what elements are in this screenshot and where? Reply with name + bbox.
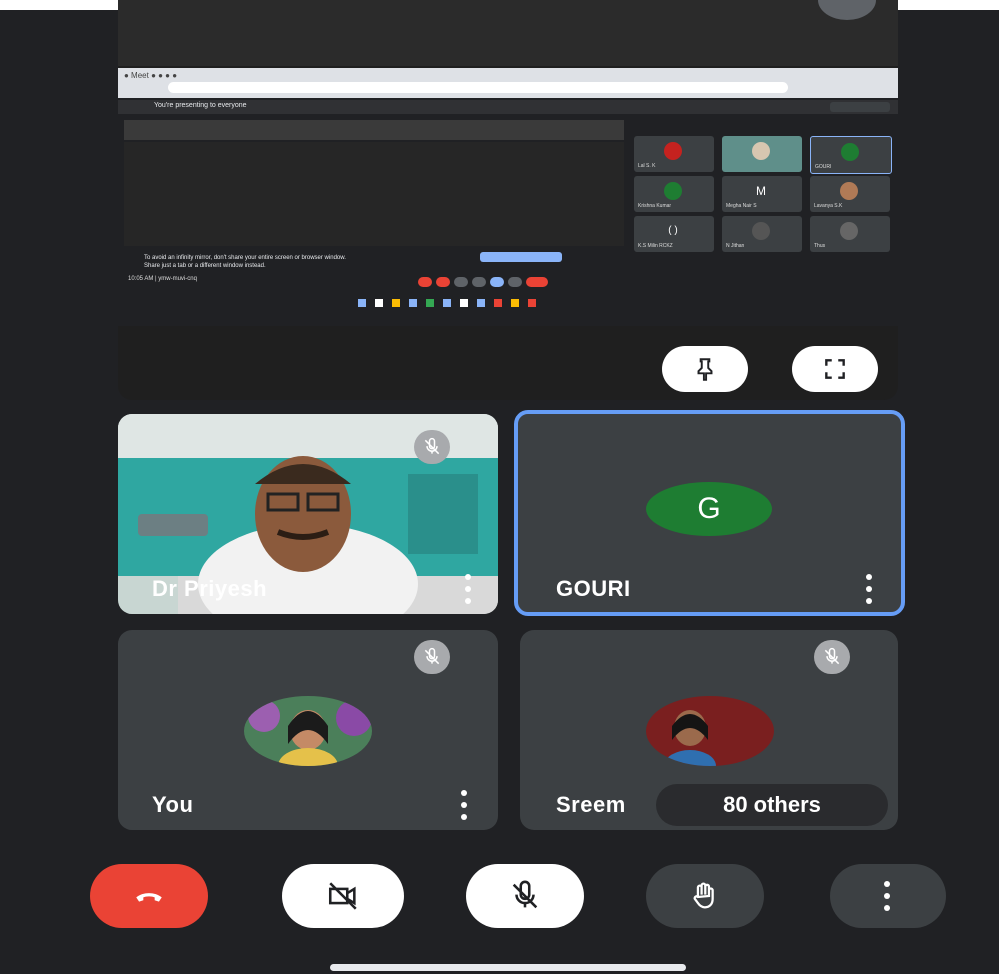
mic-off-badge [414, 640, 450, 674]
participant-tile-gouri[interactable]: G GOURI [514, 410, 905, 616]
mini-tile: GOURI [810, 136, 892, 174]
header-mute-badge [818, 0, 876, 20]
pin-icon [697, 358, 713, 381]
camera-toggle-button[interactable] [282, 864, 404, 928]
stop-presenting-button [830, 102, 890, 112]
hand-icon [693, 882, 714, 909]
mic-off-icon [424, 437, 440, 455]
mini-tile: Krishna Kumar [634, 176, 714, 212]
infinity-mirror-warning: To avoid an infinity mirror, don't share… [144, 255, 346, 269]
pin-button[interactable] [662, 346, 748, 392]
address-bar [168, 82, 788, 93]
shared-slide-bar [124, 120, 624, 140]
others-chip[interactable]: 80 others [656, 784, 888, 826]
participant-tile-you[interactable]: You [118, 630, 498, 830]
home-indicator[interactable] [330, 964, 686, 971]
participant-name: Dr Priyesh [152, 576, 268, 601]
browser-tabs: ● Meet ● ● ● ● [124, 71, 178, 80]
mini-tile: M Megha Nair S [722, 176, 802, 212]
participant-name: Sreem [556, 792, 626, 817]
mini-tile: Thus [810, 216, 890, 252]
participant-tile-priyesh[interactable]: Dr Priyesh [118, 414, 498, 614]
shared-content [124, 142, 624, 246]
end-call-button[interactable] [90, 864, 208, 928]
more-options-button[interactable] [830, 864, 946, 928]
mini-tile [722, 136, 802, 172]
mic-off-icon [824, 647, 840, 665]
more-options-icon[interactable] [866, 574, 874, 604]
fullscreen-icon [825, 359, 845, 379]
raise-hand-button[interactable] [646, 864, 764, 928]
mic-off-icon [512, 880, 538, 909]
more-options-icon [884, 881, 892, 911]
mini-tile: Lavanya S.K [810, 176, 890, 212]
mini-tile: ( ) K.S Milin RCKZ [634, 216, 714, 252]
presentation-tile[interactable]: ● Meet ● ● ● ● You're presenting to ever… [118, 0, 898, 400]
more-options-icon[interactable] [465, 574, 473, 604]
more-options-icon[interactable] [461, 790, 469, 820]
mini-controls [418, 274, 552, 292]
mini-tile: N Jithan [722, 216, 802, 252]
avatar [244, 696, 372, 766]
presentation-header [118, 0, 898, 66]
end-call-icon [136, 893, 162, 902]
windows-taskbar [358, 294, 545, 312]
stop-presenting-blue-button [480, 252, 562, 262]
camera-off-icon [328, 882, 357, 910]
meeting-clock: 10:05 AM | ymw-muvi-cnq [128, 276, 197, 282]
mini-tile: Lal S. K [634, 136, 714, 172]
presenting-banner-text: You're presenting to everyone [154, 102, 247, 109]
mic-off-badge [414, 430, 450, 464]
participant-name: GOURI [556, 576, 631, 601]
participant-name: You [152, 792, 194, 817]
browser-chrome: ● Meet ● ● ● ● [118, 68, 898, 98]
mic-toggle-button[interactable] [466, 864, 584, 928]
mic-off-icon [424, 647, 440, 665]
avatar: G [646, 482, 772, 536]
shared-screen: ● Meet ● ● ● ● You're presenting to ever… [118, 68, 898, 326]
avatar [646, 696, 774, 766]
mic-off-badge [814, 640, 850, 674]
fullscreen-button[interactable] [792, 346, 878, 392]
